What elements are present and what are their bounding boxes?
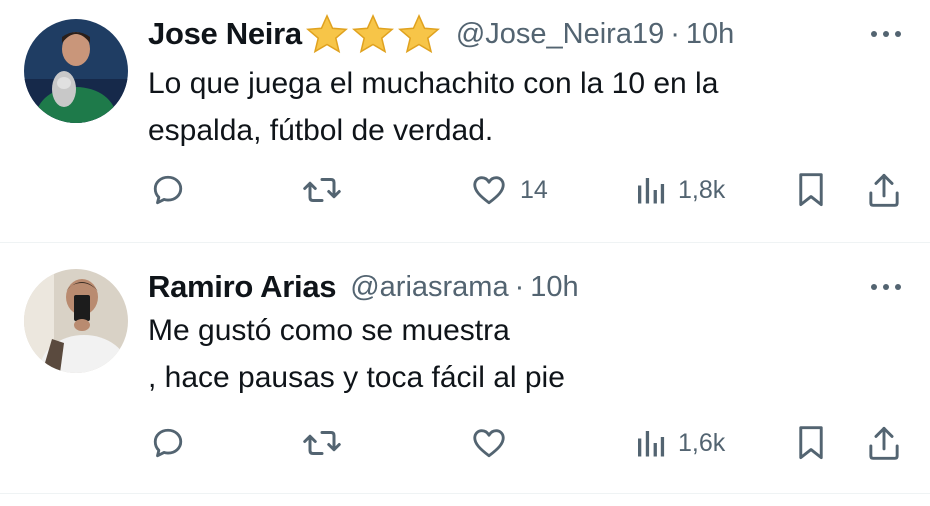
view-count: 1,8k xyxy=(678,175,726,204)
tweet-jose-neira[interactable]: Jose Neira @Jose_Neira19 · 10h Lo que ju… xyxy=(0,0,930,243)
tweet-text-line: Lo que juega el muchachito con la 10 en … xyxy=(148,67,719,100)
user-handle[interactable]: @ariasrama xyxy=(350,271,508,304)
separator: · xyxy=(514,270,525,303)
like-count: 14 xyxy=(520,175,548,204)
share-icon xyxy=(866,424,902,462)
tweet-text-line: , hace pausas y toca fácil al pie xyxy=(148,361,565,394)
display-name[interactable]: Ramiro Arias xyxy=(148,269,337,305)
share-icon xyxy=(866,171,902,209)
share-button[interactable] xyxy=(866,170,902,210)
star-emoji-icon xyxy=(396,13,442,55)
reply-button[interactable] xyxy=(150,170,186,210)
views-icon xyxy=(634,172,666,208)
tweet-actions: 1,6k xyxy=(0,423,930,463)
tweet-text-line: Me gustó como se muestra xyxy=(148,314,510,347)
views-button[interactable]: 1,8k xyxy=(634,170,725,210)
retweet-icon xyxy=(302,425,342,461)
retweet-icon xyxy=(302,172,342,208)
tweet-header: Jose Neira @Jose_Neira19 · 10h xyxy=(148,12,850,56)
tweet-actions: 14 1,8k xyxy=(0,170,930,210)
tweet-text-line: espalda, fútbol de verdad. xyxy=(148,114,494,147)
avatar[interactable] xyxy=(24,269,128,373)
timestamp[interactable]: 10h xyxy=(530,271,578,304)
bookmark-button[interactable] xyxy=(796,170,826,210)
timestamp[interactable]: 10h xyxy=(686,18,734,51)
like-button[interactable]: 14 xyxy=(470,170,548,210)
retweet-button[interactable] xyxy=(302,170,342,210)
reply-button[interactable] xyxy=(150,423,186,463)
view-count: 1,6k xyxy=(678,428,726,457)
replies-feed: Jose Neira @Jose_Neira19 · 10h Lo que ju… xyxy=(0,0,930,506)
views-icon xyxy=(634,425,666,461)
tweet-ramiro-arias[interactable]: Ramiro Arias @ariasrama · 10h Me gustó c… xyxy=(0,243,930,494)
tweet-header: Ramiro Arias @ariasrama · 10h xyxy=(148,265,850,309)
star-emoji-icon xyxy=(304,13,350,55)
user-handle[interactable]: @Jose_Neira19 xyxy=(456,18,664,51)
name-badges xyxy=(304,13,442,55)
star-emoji-icon xyxy=(350,13,396,55)
more-icon[interactable] xyxy=(866,277,906,297)
views-button[interactable]: 1,6k xyxy=(634,423,725,463)
tweet-text: Me gustó como se muestra , hace pausas y… xyxy=(148,307,890,401)
like-button[interactable] xyxy=(470,423,520,463)
avatar[interactable] xyxy=(24,19,128,123)
bookmark-icon xyxy=(796,424,826,462)
like-icon xyxy=(470,172,508,208)
bookmark-icon xyxy=(796,171,826,209)
retweet-button[interactable] xyxy=(302,423,342,463)
bookmark-button[interactable] xyxy=(796,423,826,463)
separator: · xyxy=(670,17,680,50)
share-button[interactable] xyxy=(866,423,902,463)
like-icon xyxy=(470,425,508,461)
reply-icon xyxy=(150,425,186,461)
display-name[interactable]: Jose Neira xyxy=(148,16,302,52)
more-icon[interactable] xyxy=(866,24,906,44)
reply-icon xyxy=(150,172,186,208)
tweet-text: Lo que juega el muchachito con la 10 en … xyxy=(148,60,890,154)
